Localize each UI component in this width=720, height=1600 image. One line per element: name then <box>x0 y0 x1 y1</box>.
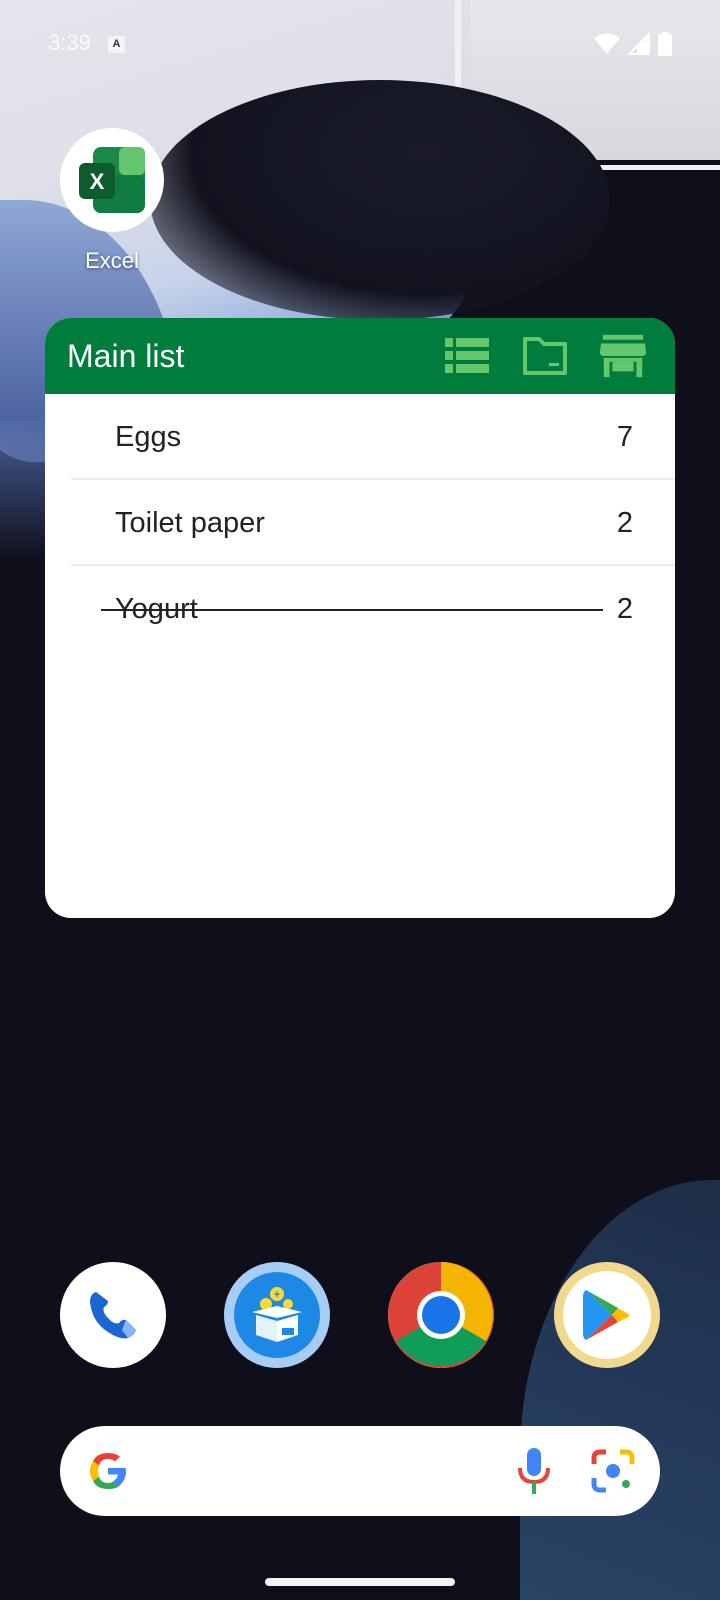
folder-icon <box>523 337 567 375</box>
item-quantity: 7 <box>616 420 633 453</box>
wifi-icon <box>594 33 620 54</box>
phone-icon <box>90 1292 136 1339</box>
shopping-list-widget[interactable]: Main list Eggs 7 Toilet paper 2 Yogurt 2 <box>45 318 675 918</box>
dock-app-play-store[interactable] <box>554 1262 660 1368</box>
status-icons <box>594 32 672 56</box>
excel-app-icon-circle: X <box>60 128 164 232</box>
google-g-icon <box>90 1453 126 1489</box>
strikethrough-line <box>101 609 603 611</box>
chrome-icon <box>388 1262 494 1368</box>
app-excel[interactable]: X Excel <box>60 128 164 274</box>
dock-app-chrome[interactable] <box>388 1262 494 1368</box>
item-quantity: 2 <box>616 592 633 625</box>
battery-icon <box>658 32 672 56</box>
list-item-checked[interactable]: Yogurt 2 <box>45 566 675 652</box>
store-button[interactable] <box>599 332 647 380</box>
widget-tools <box>443 332 647 380</box>
dock-app-phone[interactable] <box>60 1262 166 1368</box>
status-bar: 3:39 A <box>0 0 720 90</box>
svg-text:+: + <box>274 1289 280 1301</box>
google-lens-icon[interactable] <box>590 1448 636 1494</box>
google-search-bar[interactable] <box>60 1426 660 1516</box>
widget-header: Main list <box>45 318 675 394</box>
shopping-list-app-icon: + <box>252 1287 302 1342</box>
list-item[interactable]: Toilet paper 2 <box>45 480 675 566</box>
navigation-handle[interactable] <box>265 1578 455 1586</box>
svg-text:X: X <box>90 169 105 194</box>
item-quantity: 2 <box>616 506 633 539</box>
keyboard-a-icon: A <box>108 36 125 53</box>
dock: + <box>0 1262 720 1368</box>
list-item[interactable]: Eggs 7 <box>45 394 675 480</box>
item-name: Eggs <box>115 420 182 453</box>
widget-title[interactable]: Main list <box>67 338 443 375</box>
excel-icon: X <box>79 147 145 213</box>
play-store-icon <box>583 1290 630 1340</box>
item-name: Toilet paper <box>115 506 265 539</box>
folder-button[interactable] <box>521 332 569 380</box>
cell-signal-icon <box>628 33 650 55</box>
list-view-icon <box>445 338 489 373</box>
app-label-excel: Excel <box>85 248 139 273</box>
microphone-icon[interactable] <box>514 1446 554 1496</box>
list-view-button[interactable] <box>443 332 491 380</box>
status-time: 3:39 <box>48 30 91 55</box>
dock-app-shopping-list[interactable]: + <box>224 1262 330 1368</box>
store-icon <box>599 334 647 378</box>
